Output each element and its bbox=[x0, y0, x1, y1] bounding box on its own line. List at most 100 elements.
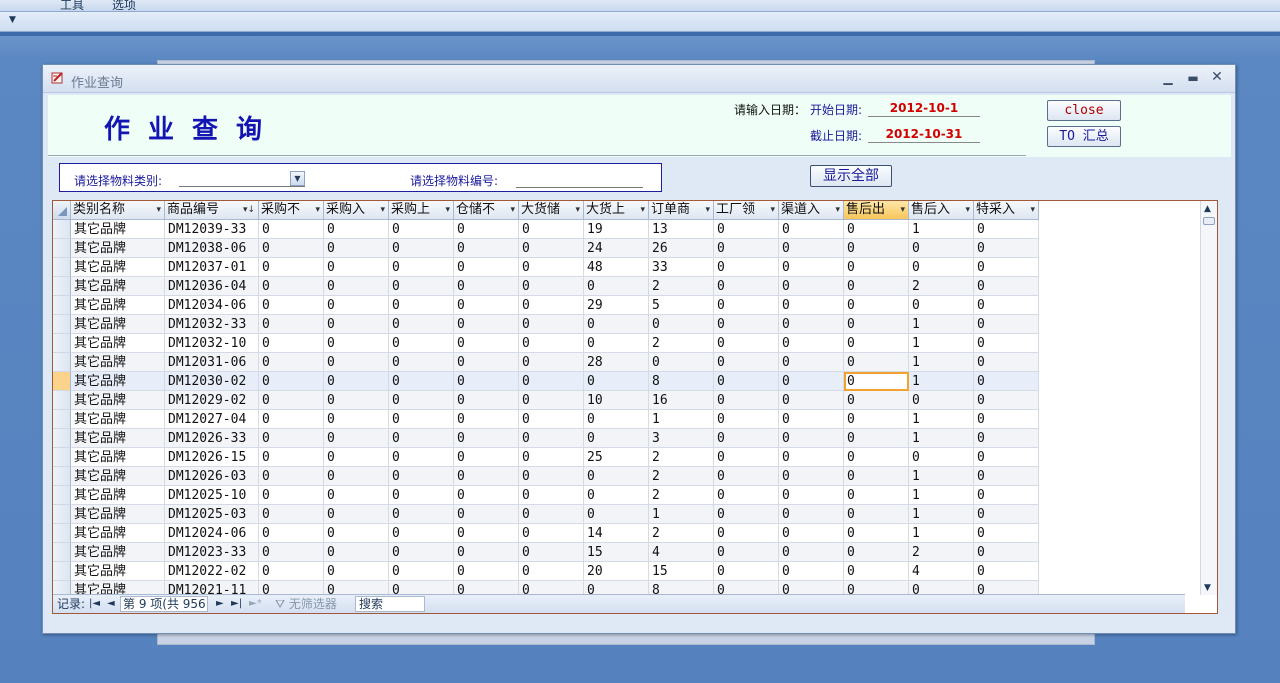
table-cell[interactable]: 1 bbox=[909, 334, 974, 353]
column-header[interactable]: 采购不 ▾ bbox=[259, 201, 324, 220]
table-cell[interactable]: 其它品牌 bbox=[71, 486, 165, 505]
row-selector[interactable] bbox=[53, 524, 71, 543]
table-cell[interactable]: 0 bbox=[259, 429, 324, 448]
table-cell[interactable]: 0 bbox=[454, 239, 519, 258]
table-cell[interactable]: 0 bbox=[714, 505, 779, 524]
column-filter-arrow-icon[interactable]: ▾↓ bbox=[243, 201, 255, 219]
table-cell[interactable]: 0 bbox=[584, 277, 649, 296]
table-cell[interactable]: 0 bbox=[259, 334, 324, 353]
row-selector[interactable] bbox=[53, 429, 71, 448]
table-cell[interactable]: 0 bbox=[389, 220, 454, 239]
column-header[interactable]: 渠道入 ▾ bbox=[779, 201, 844, 220]
table-cell[interactable]: 0 bbox=[389, 524, 454, 543]
table-cell[interactable]: 0 bbox=[389, 391, 454, 410]
table-cell[interactable]: 0 bbox=[259, 467, 324, 486]
table-cell[interactable]: 0 bbox=[519, 410, 584, 429]
table-cell[interactable]: 0 bbox=[909, 296, 974, 315]
table-cell[interactable]: 25 bbox=[584, 448, 649, 467]
table-row[interactable]: 其它品牌 DM12026-03 0 0 0 0 0 0 2 0 0 0 1 0 bbox=[71, 467, 1039, 486]
table-cell[interactable]: 0 bbox=[974, 353, 1039, 372]
table-cell[interactable]: 0 bbox=[389, 277, 454, 296]
table-cell[interactable]: 0 bbox=[389, 315, 454, 334]
table-cell[interactable]: 0 bbox=[584, 372, 649, 391]
table-cell[interactable]: 0 bbox=[909, 258, 974, 277]
table-cell[interactable]: 0 bbox=[454, 543, 519, 562]
scroll-thumb[interactable] bbox=[1203, 217, 1215, 225]
first-record-icon[interactable]: |◄ bbox=[89, 596, 100, 612]
table-cell[interactable]: 0 bbox=[714, 448, 779, 467]
table-cell[interactable]: 0 bbox=[519, 467, 584, 486]
table-cell[interactable]: 0 bbox=[259, 562, 324, 581]
new-record-icon[interactable]: ►* bbox=[249, 596, 262, 612]
table-cell[interactable]: 0 bbox=[714, 486, 779, 505]
table-cell[interactable]: 0 bbox=[974, 562, 1039, 581]
table-cell[interactable]: 0 bbox=[324, 296, 389, 315]
table-cell[interactable]: 0 bbox=[649, 315, 714, 334]
chevron-down-icon[interactable]: ▼ bbox=[290, 171, 305, 186]
table-cell[interactable]: DM12034-06 bbox=[165, 296, 259, 315]
table-row[interactable]: 其它品牌 DM12032-10 0 0 0 0 0 0 2 0 0 0 1 0 bbox=[71, 334, 1039, 353]
table-cell[interactable]: 0 bbox=[259, 296, 324, 315]
table-cell[interactable]: 20 bbox=[584, 562, 649, 581]
table-cell[interactable]: 0 bbox=[454, 296, 519, 315]
table-cell[interactable]: 0 bbox=[909, 391, 974, 410]
table-cell[interactable]: 0 bbox=[519, 448, 584, 467]
table-cell[interactable]: 1 bbox=[909, 505, 974, 524]
table-cell[interactable]: 0 bbox=[844, 391, 909, 410]
table-cell[interactable]: 0 bbox=[259, 239, 324, 258]
table-cell[interactable]: 0 bbox=[389, 467, 454, 486]
table-cell[interactable]: DM12024-06 bbox=[165, 524, 259, 543]
table-cell[interactable]: 0 bbox=[844, 410, 909, 429]
table-row[interactable]: 其它品牌 DM12026-15 0 0 0 0 0 25 2 0 0 0 0 0 bbox=[71, 448, 1039, 467]
row-selector[interactable] bbox=[53, 448, 71, 467]
table-cell[interactable]: DM12022-02 bbox=[165, 562, 259, 581]
table-cell[interactable]: 0 bbox=[779, 543, 844, 562]
table-cell[interactable]: 33 bbox=[649, 258, 714, 277]
table-cell[interactable]: 2 bbox=[649, 448, 714, 467]
column-filter-arrow-icon[interactable]: ▾ bbox=[510, 201, 515, 219]
table-cell[interactable]: 0 bbox=[324, 353, 389, 372]
table-cell[interactable]: 0 bbox=[844, 524, 909, 543]
search-input[interactable]: 搜索 bbox=[355, 596, 425, 612]
table-cell[interactable]: 0 bbox=[454, 486, 519, 505]
table-cell[interactable]: 0 bbox=[779, 239, 844, 258]
previous-record-icon[interactable]: ◄ bbox=[107, 596, 115, 612]
table-cell[interactable]: 0 bbox=[454, 220, 519, 239]
table-cell[interactable]: 0 bbox=[974, 467, 1039, 486]
column-header[interactable]: 大货上 ▾ bbox=[584, 201, 649, 220]
table-cell[interactable]: 其它品牌 bbox=[71, 239, 165, 258]
row-selector[interactable] bbox=[53, 258, 71, 277]
table-cell[interactable]: 4 bbox=[649, 543, 714, 562]
column-header[interactable]: 售后入 ▾ bbox=[909, 201, 974, 220]
table-cell[interactable]: 13 bbox=[649, 220, 714, 239]
table-cell[interactable]: DM12025-03 bbox=[165, 505, 259, 524]
table-cell[interactable]: 0 bbox=[779, 524, 844, 543]
table-cell[interactable]: 1 bbox=[909, 467, 974, 486]
table-cell[interactable]: 0 bbox=[779, 220, 844, 239]
table-cell[interactable]: 0 bbox=[974, 258, 1039, 277]
table-cell[interactable]: 0 bbox=[259, 505, 324, 524]
table-cell[interactable]: 0 bbox=[454, 315, 519, 334]
table-cell[interactable]: 29 bbox=[584, 296, 649, 315]
table-cell[interactable]: 0 bbox=[519, 239, 584, 258]
table-cell[interactable]: 0 bbox=[519, 296, 584, 315]
table-row[interactable]: 其它品牌 DM12032-33 0 0 0 0 0 0 0 0 0 0 1 0 bbox=[71, 315, 1039, 334]
table-cell[interactable]: 1 bbox=[909, 410, 974, 429]
table-cell[interactable]: 其它品牌 bbox=[71, 277, 165, 296]
column-header[interactable]: 订单商 ▾ bbox=[649, 201, 714, 220]
show-all-button[interactable]: 显示全部 bbox=[810, 165, 892, 187]
table-cell[interactable]: 0 bbox=[909, 239, 974, 258]
table-cell[interactable]: 0 bbox=[714, 315, 779, 334]
category-combo[interactable]: ▼ bbox=[179, 171, 305, 187]
vertical-scrollbar[interactable]: ▲ ▼ bbox=[1200, 201, 1217, 595]
table-cell[interactable]: 0 bbox=[584, 410, 649, 429]
table-cell[interactable]: 0 bbox=[844, 220, 909, 239]
scroll-down-icon[interactable]: ▼ bbox=[1204, 583, 1211, 593]
table-cell[interactable]: DM12032-33 bbox=[165, 315, 259, 334]
table-cell[interactable]: 0 bbox=[259, 391, 324, 410]
table-cell[interactable]: DM12029-02 bbox=[165, 391, 259, 410]
table-cell[interactable]: 2 bbox=[649, 277, 714, 296]
table-cell[interactable]: 0 bbox=[389, 410, 454, 429]
record-position[interactable]: 第 9 项(共 956 项 bbox=[120, 596, 208, 612]
table-cell[interactable]: 0 bbox=[779, 258, 844, 277]
